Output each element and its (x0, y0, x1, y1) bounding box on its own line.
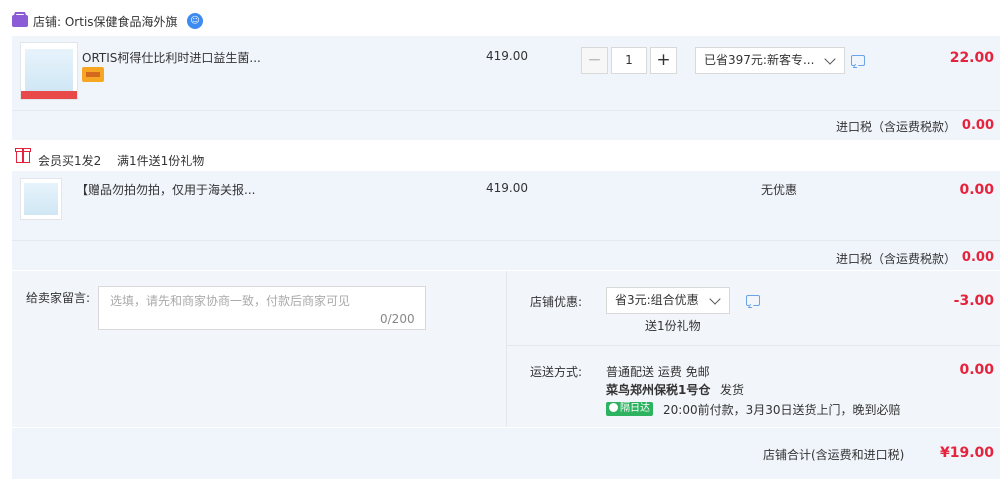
product-price-1: 419.00 (486, 49, 528, 63)
gift-note: 送1份礼物 (645, 319, 701, 333)
seller-message-placeholder: 选填，请先和商家协商一致，付款后商家可见 (110, 294, 351, 308)
shop-discount-select-value: 省3元:组合优惠 (615, 293, 699, 307)
product-thumbnail-2[interactable] (20, 178, 62, 220)
divider (12, 110, 1000, 111)
import-tax-value-1: 0.00 (961, 118, 994, 133)
product-title-1[interactable]: ORTIS柯得仕比利时进口益生菌... (82, 49, 261, 66)
divider (12, 240, 1000, 241)
shop-total-value: ¥19.00 (939, 445, 994, 461)
gift-promo-label: 会员买1发2 (38, 154, 102, 168)
product-price-2: 419.00 (486, 181, 528, 195)
shop-discount-label: 店铺优惠: (530, 295, 583, 309)
chevron-down-icon (709, 293, 721, 305)
increase-quantity-button[interactable]: + (650, 47, 677, 74)
shop-discount-select[interactable]: 省3元:组合优惠 (606, 287, 730, 314)
credit-card-icon (82, 67, 104, 82)
quantity-input[interactable]: 1 (611, 47, 647, 74)
import-tax-label-1: 进口税（含运费税款） (836, 120, 957, 134)
delivery-note: 20:00前付款，3月30日送货上门，晚到必赔 (663, 403, 901, 417)
comment-icon[interactable] (746, 295, 760, 306)
shop-total-label: 店铺合计(含运费和进口税) (763, 448, 905, 462)
item-promo-select[interactable]: 已省397元:新客专... (695, 47, 845, 74)
tmall-shop-icon (12, 15, 28, 27)
item-amount-1: 22.00 (949, 50, 994, 66)
item-promo-2: 无优惠 (761, 183, 798, 197)
shipping-label: 运送方式: (530, 365, 583, 379)
next-day-badge: 隔日达 (606, 402, 653, 416)
gift-icon (15, 148, 31, 163)
import-tax-value-2: 0.00 (961, 250, 994, 265)
shipping-amount: 0.00 (959, 362, 994, 378)
dispatch-text: 发货 (720, 383, 745, 397)
divider (507, 345, 1000, 346)
warehouse-name: 菜鸟郑州保税1号仓 (606, 383, 711, 397)
quantity-stepper: − 1 + (581, 47, 678, 74)
lightning-icon (609, 403, 618, 412)
shop-discount-amount: -3.00 (953, 293, 994, 309)
divider (506, 271, 507, 427)
shipping-method: 普通配送 运费 免邮 (606, 365, 710, 379)
seller-message-count: 0/200 (380, 312, 415, 326)
shop-name[interactable]: 店铺: Ortis保健食品海外旗 (33, 13, 178, 30)
product-thumbnail-1[interactable] (20, 42, 78, 100)
seller-message-label: 给卖家留言: (26, 291, 91, 305)
wangwang-chat-icon[interactable]: ☺ (187, 13, 203, 29)
next-day-badge-label: 隔日达 (620, 403, 650, 414)
item-amount-2: 0.00 (959, 182, 994, 198)
item-promo-select-value: 已省397元:新客专... (704, 53, 815, 67)
gift-promo-desc: 满1件送1份礼物 (117, 154, 205, 168)
import-tax-label-2: 进口税（含运费税款） (836, 252, 957, 266)
chevron-down-icon (824, 53, 836, 65)
product-title-2[interactable]: 【赠品勿拍勿拍，仅用于海关报... (76, 181, 255, 198)
decrease-quantity-button[interactable]: − (581, 47, 608, 74)
comment-icon[interactable] (851, 55, 865, 66)
